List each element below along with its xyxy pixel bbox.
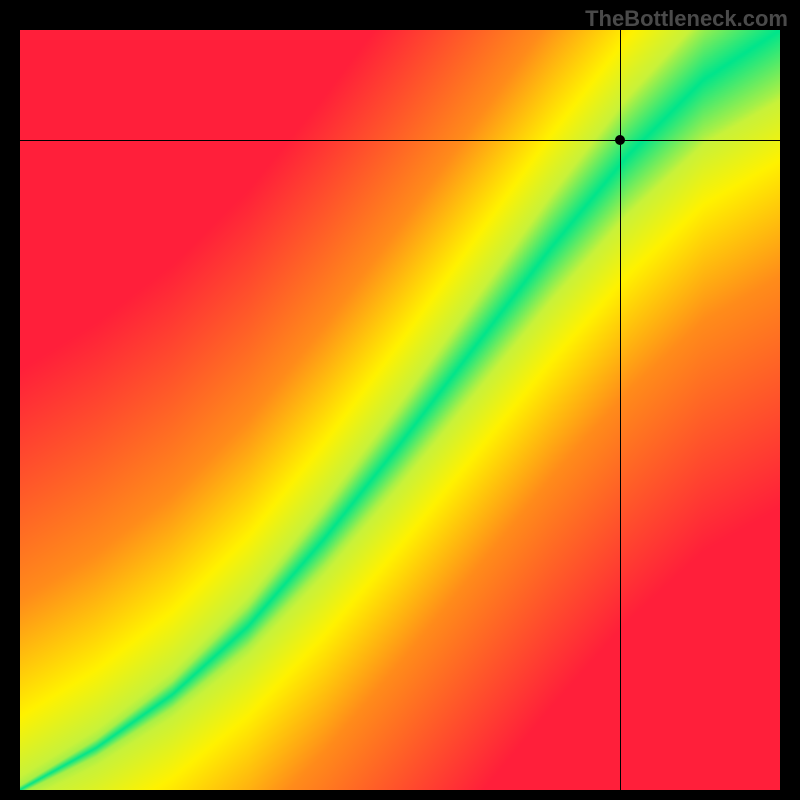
- crosshair-horizontal: [20, 140, 780, 141]
- selection-marker: [615, 135, 625, 145]
- heatmap-canvas: [20, 30, 780, 790]
- watermark-text: TheBottleneck.com: [585, 6, 788, 32]
- chart-container: TheBottleneck.com: [0, 0, 800, 800]
- heatmap-plot: [20, 30, 780, 790]
